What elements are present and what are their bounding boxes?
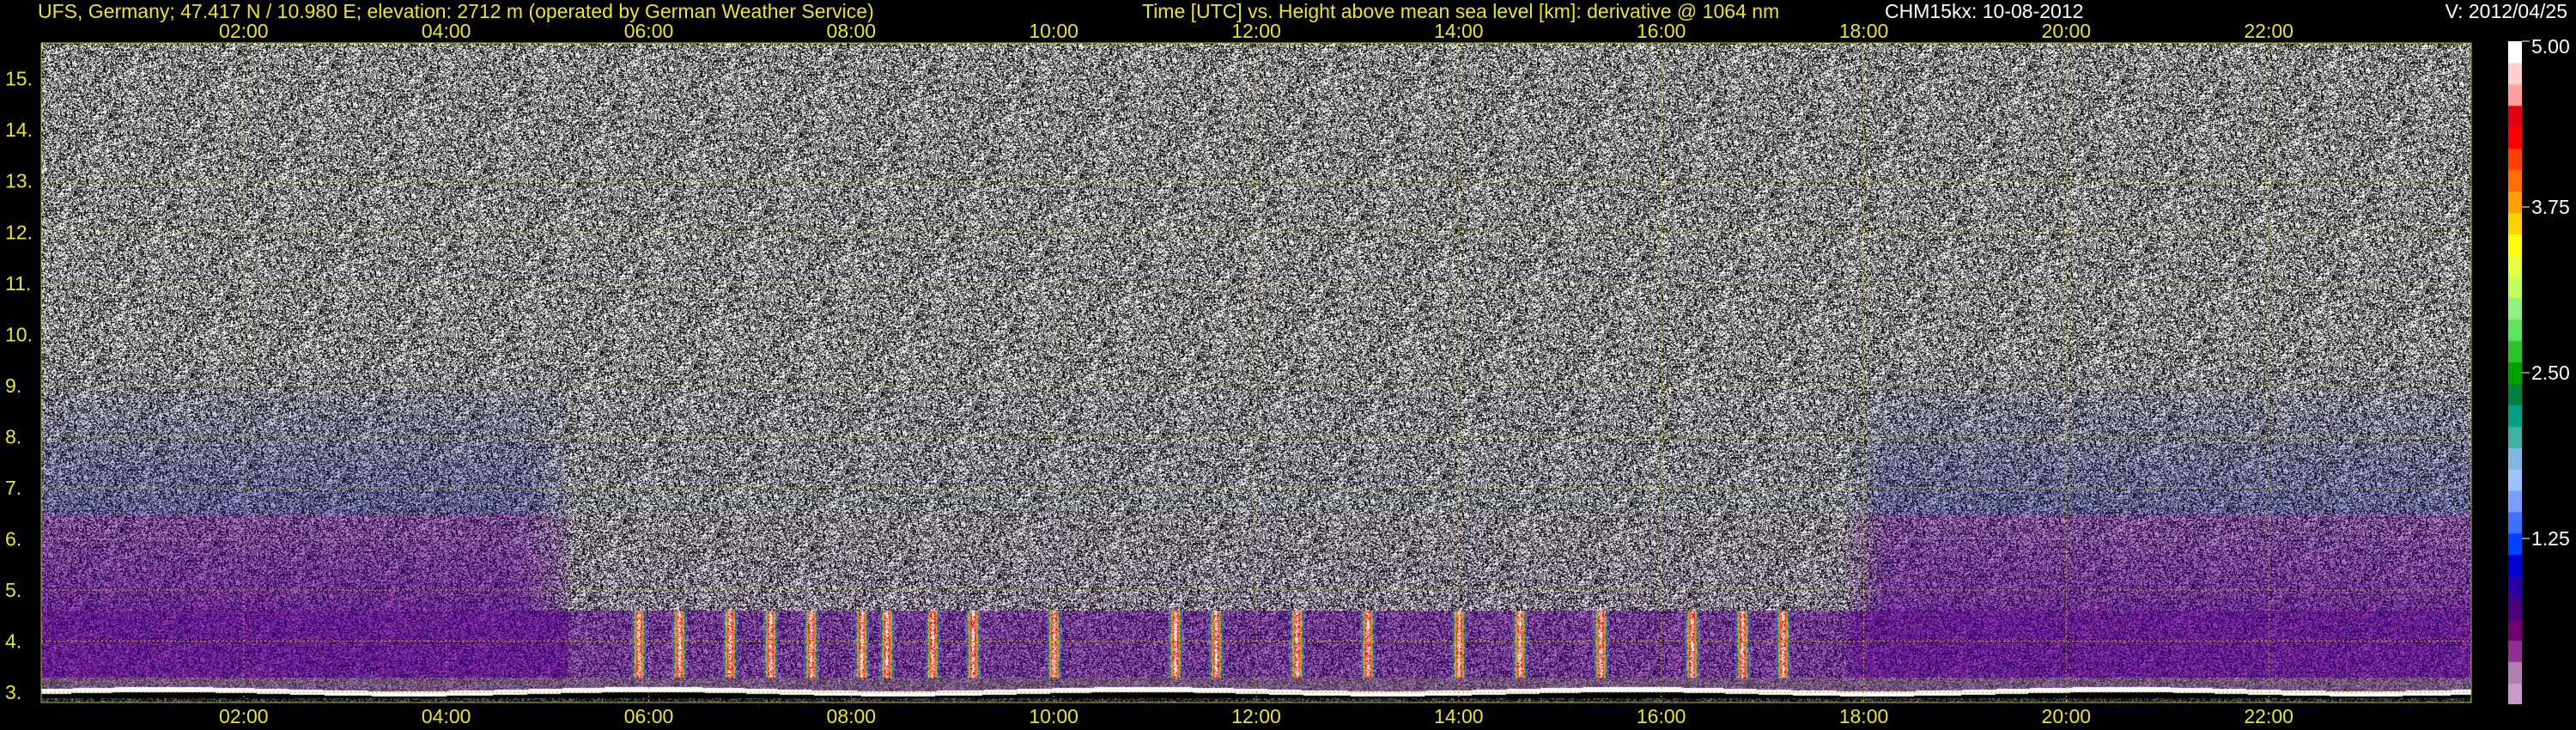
y-tick-label: 15. <box>5 68 33 90</box>
x-tick-label-bottom: 14:00 <box>1434 705 1484 727</box>
colorbar-tick-label: 2.50 <box>2531 362 2570 384</box>
x-tick-label-bottom: 06:00 <box>624 705 674 727</box>
x-tick-label-top: 20:00 <box>2042 20 2092 42</box>
y-tick-label: 3. <box>5 681 21 703</box>
x-tick-label-top: 02:00 <box>219 20 269 42</box>
x-tick-label-top: 14:00 <box>1434 20 1484 42</box>
x-tick-label-bottom: 16:00 <box>1637 705 1686 727</box>
x-tick-label-bottom: 20:00 <box>2042 705 2092 727</box>
y-tick-label: 12. <box>5 221 33 243</box>
y-tick-label: 13. <box>5 170 33 192</box>
x-tick-label-top: 10:00 <box>1029 20 1078 42</box>
y-tick-label: 14. <box>5 119 33 141</box>
y-tick-label: 4. <box>5 630 21 653</box>
y-tick-label: 9. <box>5 374 21 397</box>
chart-overlay: 02:00 02:00 04:00 04:00 06:00 06:00 08:00 08:00… <box>5 20 2570 727</box>
x-tick-label-top: 04:00 <box>422 20 471 42</box>
x-tick-label-bottom: 22:00 <box>2244 705 2293 727</box>
x-tick-label-top: 12:00 <box>1231 20 1281 42</box>
x-tick-label-top: 22:00 <box>2244 20 2293 42</box>
x-tick-label-top: 06:00 <box>624 20 674 42</box>
x-tick-label-top: 16:00 <box>1637 20 1686 42</box>
y-tick-label: 6. <box>5 527 21 550</box>
x-tick-label-top: 18:00 <box>1839 20 1889 42</box>
y-tick-label: 8. <box>5 425 21 447</box>
colorbar-tick-label: 3.75 <box>2531 196 2570 218</box>
x-tick-label-bottom: 12:00 <box>1231 705 1281 727</box>
y-tick-label: 7. <box>5 477 21 499</box>
y-tick-label: 11. <box>5 272 31 295</box>
y-tick-label: 10. <box>5 323 33 345</box>
x-tick-label-bottom: 18:00 <box>1839 705 1889 727</box>
x-tick-label-top: 08:00 <box>827 20 877 42</box>
x-tick-label-bottom: 10:00 <box>1029 705 1078 727</box>
colorbar-tick-label: 1.25 <box>2531 527 2570 550</box>
colorbar-tick-label: 5.00 <box>2531 35 2570 58</box>
y-tick-label: 5. <box>5 579 21 601</box>
x-tick-label-bottom: 08:00 <box>827 705 877 727</box>
x-tick-label-bottom: 02:00 <box>219 705 269 727</box>
x-tick-label-bottom: 04:00 <box>422 705 471 727</box>
